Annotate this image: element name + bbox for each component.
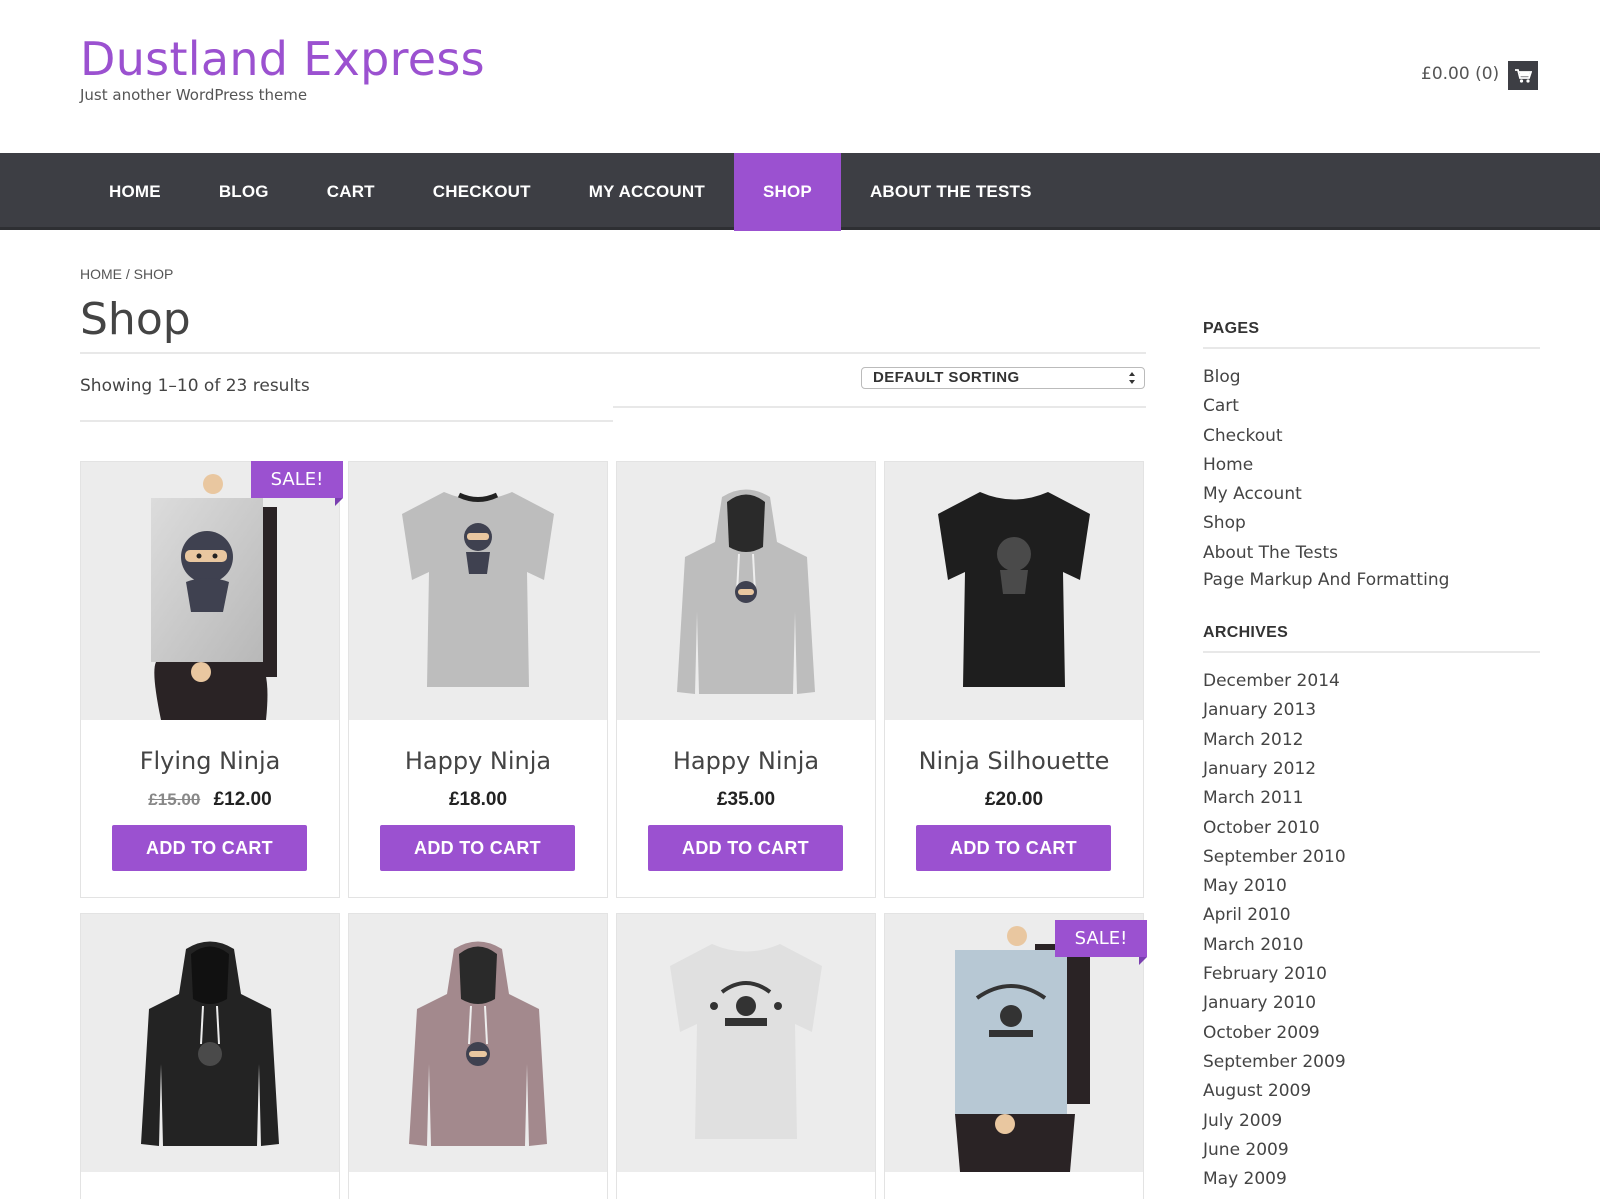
black-hoodie-image[interactable]: [81, 914, 339, 1172]
sale-badge: SALE!: [251, 461, 343, 506]
add-to-cart-button[interactable]: ADD TO CART: [648, 825, 843, 871]
archive-link[interactable]: March 2012: [1203, 726, 1540, 755]
product-name[interactable]: Happy Ninja: [617, 747, 875, 775]
ninja-poster-image[interactable]: [81, 462, 339, 720]
product-price: £20.00: [984, 789, 1044, 810]
page-title: Shop: [80, 294, 191, 345]
site-tagline: Just another WordPress theme: [80, 86, 308, 104]
shopping-cart-icon[interactable]: [1508, 61, 1538, 90]
archive-link[interactable]: December 2014: [1203, 667, 1540, 696]
nav-item-cart[interactable]: CART: [298, 153, 404, 231]
nav-item-checkout[interactable]: CHECKOUT: [404, 153, 560, 231]
sorting-select-value: DEFAULT SORTING: [873, 369, 1020, 386]
product-card: SALE! Flying Ninja £15.00 £12.00 ADD TO …: [80, 461, 343, 898]
add-to-cart-button[interactable]: ADD TO CART: [916, 825, 1111, 871]
archive-link[interactable]: May 2010: [1203, 872, 1540, 901]
breadcrumb[interactable]: HOME / SHOP: [80, 266, 173, 282]
divider: [80, 352, 1146, 354]
product-name[interactable]: Flying Ninja: [81, 747, 339, 775]
archive-link[interactable]: July 2009: [1203, 1107, 1540, 1136]
nav-item-about-the-tests[interactable]: ABOUT THE TESTS: [841, 153, 1061, 231]
archive-link[interactable]: September 2009: [1203, 1048, 1540, 1077]
product-card: [348, 913, 608, 1199]
product-name[interactable]: Ninja Silhouette: [885, 747, 1143, 775]
result-count: Showing 1–10 of 23 results: [80, 376, 310, 396]
product-card: Happy Ninja £18.00 ADD TO CART: [348, 461, 608, 898]
archive-link[interactable]: August 2009: [1203, 1077, 1540, 1106]
archive-link[interactable]: October 2009: [1203, 1019, 1540, 1048]
product-price: £15.00 £12.00: [81, 789, 339, 811]
archive-link[interactable]: September 2010: [1203, 843, 1540, 872]
nav-item-my-account[interactable]: MY ACCOUNT: [560, 153, 734, 231]
divider: [80, 420, 613, 422]
grey-ninja-tshirt-image[interactable]: [349, 462, 607, 720]
archive-link[interactable]: January 2013: [1203, 696, 1540, 725]
divider: [613, 406, 1146, 408]
widget-title-archives: ARCHIVES: [1203, 624, 1540, 654]
sidebar-page-link[interactable]: Blog: [1203, 363, 1540, 392]
cart-summary-link[interactable]: £0.00 (0): [1421, 64, 1499, 84]
product-name[interactable]: Happy Ninja: [349, 747, 607, 775]
product-card: [616, 913, 876, 1199]
sidebar-page-link[interactable]: Cart: [1203, 392, 1540, 421]
product-card: [80, 913, 340, 1199]
archive-link[interactable]: February 2010: [1203, 960, 1540, 989]
site-header: Dustland Express Just another WordPress …: [0, 0, 1600, 153]
pink-ninja-hoodie-image[interactable]: [349, 914, 607, 1172]
black-ninja-tshirt-image[interactable]: [885, 462, 1143, 720]
product-price: £18.00: [448, 789, 508, 810]
sidebar-page-link[interactable]: Home: [1203, 451, 1540, 480]
archives-widget: ARCHIVES December 2014 January 2013 Marc…: [1203, 624, 1540, 1194]
select-arrows-icon: [1129, 372, 1135, 384]
pages-list: Blog Cart Checkout Home My Account Shop …: [1203, 363, 1540, 592]
archive-link[interactable]: April 2010: [1203, 901, 1540, 930]
product-old-price: £15.00: [148, 790, 201, 809]
archive-link[interactable]: January 2010: [1203, 989, 1540, 1018]
archives-list: December 2014 January 2013 March 2012 Ja…: [1203, 667, 1540, 1194]
product-price: £35.00: [716, 789, 776, 810]
add-to-cart-button[interactable]: ADD TO CART: [112, 825, 307, 871]
sidebar-page-link[interactable]: My Account: [1203, 480, 1540, 509]
archive-link[interactable]: January 2012: [1203, 755, 1540, 784]
sidebar-page-link[interactable]: Checkout: [1203, 422, 1540, 451]
nav-item-shop[interactable]: SHOP: [733, 153, 841, 231]
add-to-cart-button[interactable]: ADD TO CART: [380, 825, 575, 871]
sale-badge: SALE!: [1055, 920, 1147, 965]
main-nav: HOME BLOG CART CHECKOUT MY ACCOUNT SHOP …: [0, 153, 1600, 231]
sidebar: PAGES Blog Cart Checkout Home My Account…: [1203, 320, 1540, 1194]
product-card: Ninja Silhouette £20.00 ADD TO CART: [884, 461, 1144, 898]
archive-link[interactable]: March 2011: [1203, 784, 1540, 813]
archive-link[interactable]: May 2009: [1203, 1165, 1540, 1194]
sorting-select[interactable]: DEFAULT SORTING: [861, 367, 1145, 389]
grey-ninja-hoodie-image[interactable]: [617, 462, 875, 720]
product-card: SALE!: [884, 913, 1147, 1199]
product-sale-price: £12.00: [213, 789, 272, 810]
site-title[interactable]: Dustland Express: [80, 32, 485, 86]
woothemes-tshirt-image[interactable]: [617, 914, 875, 1172]
nav-item-blog[interactable]: BLOG: [190, 153, 298, 231]
archive-link[interactable]: October 2010: [1203, 814, 1540, 843]
widget-title-pages: PAGES: [1203, 320, 1540, 349]
sidebar-page-link[interactable]: About The Tests: [1203, 539, 1540, 568]
product-card: Happy Ninja £35.00 ADD TO CART: [616, 461, 876, 898]
sidebar-page-link[interactable]: Page Markup And Formatting: [1203, 568, 1540, 592]
archive-link[interactable]: March 2010: [1203, 931, 1540, 960]
sidebar-page-link[interactable]: Shop: [1203, 509, 1540, 538]
archive-link[interactable]: June 2009: [1203, 1136, 1540, 1165]
nav-item-home[interactable]: HOME: [80, 153, 190, 231]
